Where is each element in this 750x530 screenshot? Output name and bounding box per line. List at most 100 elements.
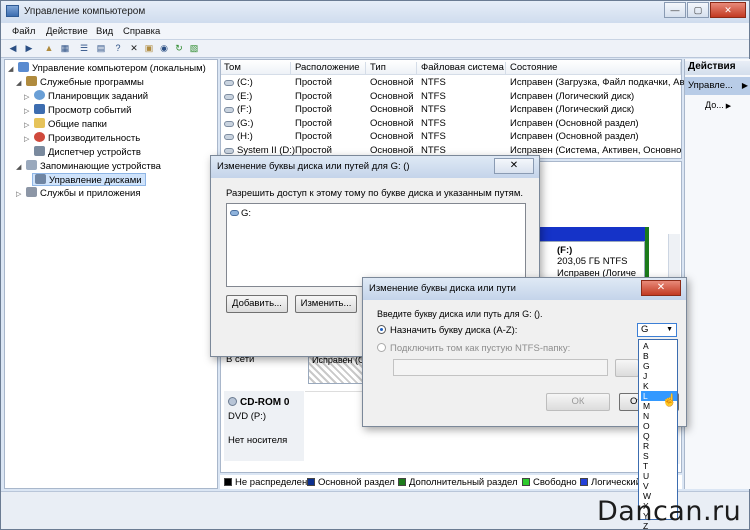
volume-cell: Основной [370, 77, 414, 88]
column-header-status[interactable]: Состояние [507, 62, 681, 75]
drive-letter-option[interactable]: N [641, 411, 677, 421]
column-header-filesystem[interactable]: Файловая система [418, 62, 506, 75]
folder-path-input[interactable] [393, 359, 608, 376]
list-icon[interactable]: ☰ [78, 43, 90, 54]
cdrom-drive: DVD (P:) [228, 411, 266, 422]
actions-more[interactable]: До... ▶ [705, 100, 731, 110]
expand-arrow-icon[interactable]: ▷ [16, 188, 24, 201]
delete-icon[interactable]: ✕ [128, 43, 140, 54]
cdrom-panel: CD-ROM 0 DVD (P:) Нет носителя [224, 391, 304, 461]
drive-letter-option[interactable]: U [641, 471, 677, 481]
tree-item-performance[interactable]: ▷ Производительность [24, 132, 140, 145]
chevron-down-icon: ▼ [666, 326, 673, 333]
services-icon [26, 187, 37, 197]
change-button[interactable]: Изменить... [295, 295, 357, 313]
expand-arrow-icon[interactable]: ▷ [24, 105, 32, 118]
tree-item-storage[interactable]: ◢ Запоминающие устройства [16, 160, 161, 173]
tree-item-system-tools[interactable]: ◢ Служебные программы [16, 76, 144, 89]
browse-button[interactable] [615, 359, 639, 377]
drive-letter-option[interactable]: V [641, 481, 677, 491]
drive-letter-option[interactable]: J [641, 371, 677, 381]
export-icon[interactable]: ▧ [188, 43, 200, 54]
close-button[interactable]: ✕ [710, 2, 746, 18]
path-item-g[interactable]: G: [230, 208, 251, 219]
menu-view[interactable]: Вид [96, 26, 113, 37]
drive-letter-option[interactable]: Q [641, 431, 677, 441]
search-icon[interactable]: ◉ [158, 43, 170, 54]
volume-cell: Основной [370, 104, 414, 115]
drive-letter-option[interactable]: O [641, 421, 677, 431]
tree-item-computer-management[interactable]: ◢ Управление компьютером (локальным) [8, 62, 206, 75]
menu-help[interactable]: Справка [123, 26, 160, 37]
storage-icon [26, 160, 37, 170]
menu-action[interactable]: Действие [46, 26, 88, 37]
volume-cell: Исправен (Логический диск) [510, 104, 635, 115]
folder-icon[interactable]: ▣ [143, 43, 155, 54]
ok-button[interactable]: ОК [546, 393, 610, 411]
collapse-arrow-icon[interactable]: ◢ [8, 63, 16, 76]
tree-item-task-scheduler[interactable]: ▷ Планировщик заданий [24, 90, 148, 103]
tree-item-disk-management[interactable]: Управление дисками [32, 173, 146, 186]
tree-item-services-apps[interactable]: ▷ Службы и приложения [16, 187, 140, 200]
legend-unallocated: Не распределен [224, 477, 307, 488]
column-header-volume[interactable]: Том [221, 62, 291, 75]
drive-letter-option[interactable]: B [641, 351, 677, 361]
dialog1-close-button[interactable]: ✕ [494, 158, 534, 174]
drive-letter-dropdown: ABGJKLMNOQRSTUVWXYZ [638, 339, 678, 530]
tree-item-device-manager[interactable]: Диспетчер устройств [34, 146, 141, 159]
legend: Не распределен Основной раздел Дополните… [220, 475, 682, 489]
tree-item-event-viewer[interactable]: ▷ Просмотр событий [24, 104, 131, 117]
drive-letter-option[interactable]: A [641, 341, 677, 351]
column-header-type[interactable]: Тип [367, 62, 417, 75]
mount-folder-option[interactable]: Подключить том как пустую NTFS-папку: [377, 343, 570, 354]
show-tree-icon[interactable]: ▦ [59, 43, 71, 54]
volume-cell: Простой [295, 131, 332, 142]
volume-cell: Простой [295, 77, 332, 88]
menu-file[interactable]: Файл [12, 26, 35, 37]
drive-letter-select[interactable]: G ▼ [637, 323, 677, 337]
radio-unselected-icon[interactable] [377, 343, 386, 352]
legend-extended: Дополнительный раздел [398, 477, 518, 488]
disk-icon [35, 174, 46, 184]
radio-selected-icon[interactable] [377, 325, 386, 334]
volume-f[interactable]: (F:) 203,05 ГБ NTFS Исправен (Логиче [539, 241, 645, 281]
expand-arrow-icon[interactable]: ▷ [24, 91, 32, 104]
drive-letter-option[interactable]: R [641, 441, 677, 451]
expand-arrow-icon[interactable]: ▷ [24, 119, 32, 132]
volume-cell: Простой [295, 144, 332, 156]
watermark: Dancan.ru [597, 496, 742, 527]
tree-item-shared-folders[interactable]: ▷ Общие папки [24, 118, 107, 131]
drive-letter-option[interactable]: K [641, 381, 677, 391]
minimize-button[interactable]: — [664, 2, 686, 18]
properties-icon[interactable]: ▤ [95, 43, 107, 54]
volume-cell: NTFS [421, 77, 446, 88]
dialog1-description: Разрешить доступ к этому тому по букве д… [226, 188, 523, 199]
back-arrow-icon[interactable]: ◀ [7, 43, 19, 54]
collapse-arrow-icon[interactable]: ◢ [16, 77, 24, 90]
drive-letter-option[interactable]: S [641, 451, 677, 461]
volume-cell: Исправен (Основной раздел) [510, 131, 639, 142]
drive-icon [224, 147, 234, 154]
computer-icon [18, 62, 29, 72]
actions-item-disk-management[interactable]: Управле... ▶ [685, 77, 750, 95]
column-header-layout[interactable]: Расположение [292, 62, 366, 75]
drive-letter-option[interactable]: T [641, 461, 677, 471]
volume-cell: Основной [370, 90, 414, 102]
drive-letter-option[interactable]: G [641, 361, 677, 371]
expand-arrow-icon[interactable]: ▷ [24, 133, 32, 146]
dialog2-title: Изменение буквы диска или пути [363, 278, 686, 300]
volume-cell: Простой [295, 117, 332, 129]
assign-letter-option[interactable]: Назначить букву диска (A-Z): [377, 325, 517, 336]
help-icon[interactable]: ? [112, 43, 124, 54]
add-button[interactable]: Добавить... [226, 295, 288, 313]
event-icon [34, 104, 45, 114]
drive-icon [224, 120, 234, 127]
forward-arrow-icon[interactable]: ▶ [23, 43, 35, 54]
collapse-arrow-icon[interactable]: ◢ [16, 161, 24, 174]
up-folder-icon[interactable]: ▲ [43, 43, 55, 54]
volume-bar-f [539, 227, 645, 241]
maximize-button[interactable]: ▢ [687, 2, 709, 18]
refresh-icon[interactable]: ↻ [173, 43, 185, 54]
paths-listbox[interactable]: G: [226, 203, 526, 287]
dialog2-close-button[interactable]: ✕ [641, 280, 681, 296]
